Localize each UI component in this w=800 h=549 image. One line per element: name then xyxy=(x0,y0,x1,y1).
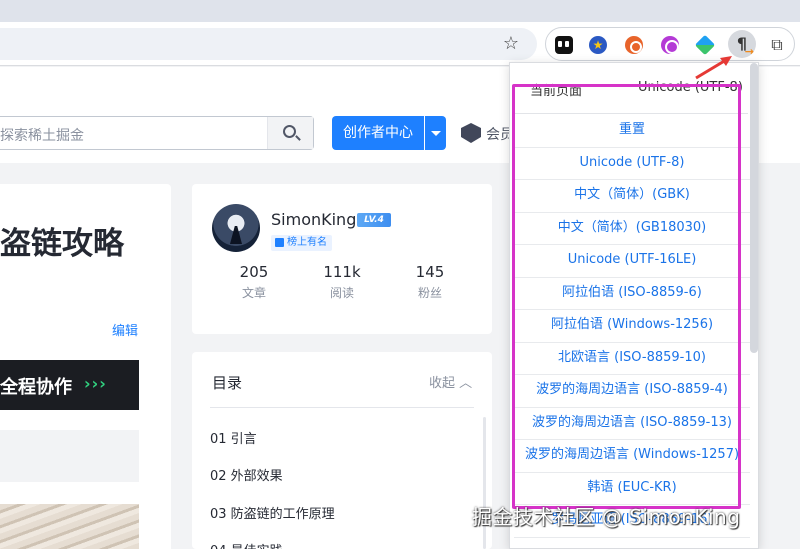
encoding-option[interactable]: 阿拉伯语 (Windows-1256) xyxy=(514,309,750,341)
stat-followers[interactable]: 145 粉丝 xyxy=(395,263,465,301)
encoding-option[interactable]: Unicode (UTF-16LE) xyxy=(514,244,750,276)
article-image xyxy=(0,504,139,549)
thumbs-up-icon xyxy=(275,238,284,247)
current-encoding-value: Unicode (UTF-8) xyxy=(638,80,743,95)
stat-label: 文章 xyxy=(241,286,266,300)
encoding-option[interactable]: 中文（简体）(GB18030) xyxy=(514,212,750,244)
current-page-label: 当前页面 xyxy=(530,84,583,99)
stat-label: 粉丝 xyxy=(417,286,442,300)
avatar[interactable] xyxy=(212,204,260,252)
extensions-bar: ★ ¶ → ⧉ xyxy=(545,27,795,61)
banner-arrows-icon: ››› xyxy=(84,374,107,393)
chevron-up-icon: ︿ xyxy=(459,376,473,391)
article-title: 盗链攻略 xyxy=(0,226,124,262)
rank-badge: 榜上有名 xyxy=(271,235,332,251)
stat-value: 205 xyxy=(239,263,269,281)
stat-label: 阅读 xyxy=(329,286,354,300)
toc-item[interactable]: 03 防盗链的工作原理 xyxy=(210,503,335,522)
encoding-option[interactable]: 波罗的海周边语言 (Windows-1257) xyxy=(514,439,750,471)
toc-collapse-button[interactable]: 收起 ︿ xyxy=(429,372,472,391)
encoding-option[interactable]: Unicode (UTF-8) xyxy=(514,147,750,179)
encoding-option[interactable]: 波罗的海周边语言 (ISO-8859-13) xyxy=(514,407,750,439)
reset-button[interactable]: 重置 xyxy=(514,114,750,146)
level-badge: LV.4 xyxy=(357,213,391,227)
search-icon-handle xyxy=(295,135,301,141)
author-name[interactable]: SimonKing xyxy=(271,210,356,229)
creator-dropdown-button[interactable] xyxy=(425,116,446,150)
divider xyxy=(514,536,750,538)
toc-item[interactable]: 01 引言 xyxy=(210,428,257,447)
tab-manager-icon[interactable] xyxy=(555,36,573,54)
encoding-option[interactable]: 阿拉伯语 (ISO-8859-6) xyxy=(514,277,750,309)
toc-item[interactable]: 04 最佳实践 xyxy=(210,540,283,549)
author-card: SimonKing LV.4 榜上有名 205 文章 111k 阅读 145 粉… xyxy=(192,184,492,334)
star-extension-icon[interactable]: ★ xyxy=(589,36,607,54)
table-of-contents: 目录 收起 ︿ 01 引言 02 外部效果 03 防盗链的工作原理 04 最佳实… xyxy=(192,352,492,549)
rank-badge-label: 榜上有名 xyxy=(287,237,327,248)
purple-extension-icon[interactable] xyxy=(661,36,679,54)
encoding-option[interactable]: 北欧语言 (ISO-8859-10) xyxy=(514,342,750,374)
search-box[interactable]: 探索稀土掘金 xyxy=(0,116,314,150)
vip-icon[interactable] xyxy=(461,123,481,143)
search-input[interactable]: 探索稀土掘金 xyxy=(0,125,84,145)
search-button[interactable] xyxy=(267,117,313,149)
toc-item[interactable]: 02 外部效果 xyxy=(210,465,283,484)
toc-title: 目录 xyxy=(212,374,243,392)
promo-banner[interactable]: 全程协作 ››› xyxy=(0,360,139,410)
creator-center-button[interactable]: 创作者中心 xyxy=(332,116,424,150)
encoding-option[interactable]: 韩语 (EUC-KR) xyxy=(514,472,750,504)
stat-value: 145 xyxy=(415,263,445,281)
encoding-option[interactable]: 波罗的海周边语言 (ISO-8859-4) xyxy=(514,374,750,406)
stat-articles[interactable]: 205 文章 xyxy=(219,263,289,301)
content-placeholder xyxy=(0,430,139,482)
article-panel: 盗链攻略 编辑 全程协作 ››› xyxy=(0,184,171,549)
encoding-option[interactable]: 中文（简体）(GBK) xyxy=(514,179,750,211)
stat-value: 111k xyxy=(323,263,361,281)
popup-scrollbar[interactable] xyxy=(750,63,758,353)
divider xyxy=(210,407,474,408)
browser-toolbar: ☆ ★ ¶ → ⧉ xyxy=(0,22,800,66)
banner-text: 全程协作 xyxy=(0,377,72,398)
bookmark-star-icon[interactable]: ☆ xyxy=(500,33,522,55)
pointer-arrow-icon xyxy=(695,56,732,80)
tab-strip xyxy=(0,0,800,22)
watermark: 掘金技术社区 @ SimonKing xyxy=(472,505,741,529)
charset-popup: 当前页面 Unicode (UTF-8) 重置 Unicode (UTF-8) 中文… xyxy=(509,62,759,549)
edit-link[interactable]: 编辑 xyxy=(112,320,138,339)
orange-extension-icon[interactable] xyxy=(625,36,643,54)
stat-reads[interactable]: 111k 阅读 xyxy=(307,263,377,301)
arrow-right-icon: → xyxy=(744,45,754,58)
address-bar[interactable] xyxy=(0,28,537,60)
extensions-puzzle-icon[interactable]: ⧉ xyxy=(768,36,786,54)
toc-collapse-label: 收起 xyxy=(429,376,456,391)
